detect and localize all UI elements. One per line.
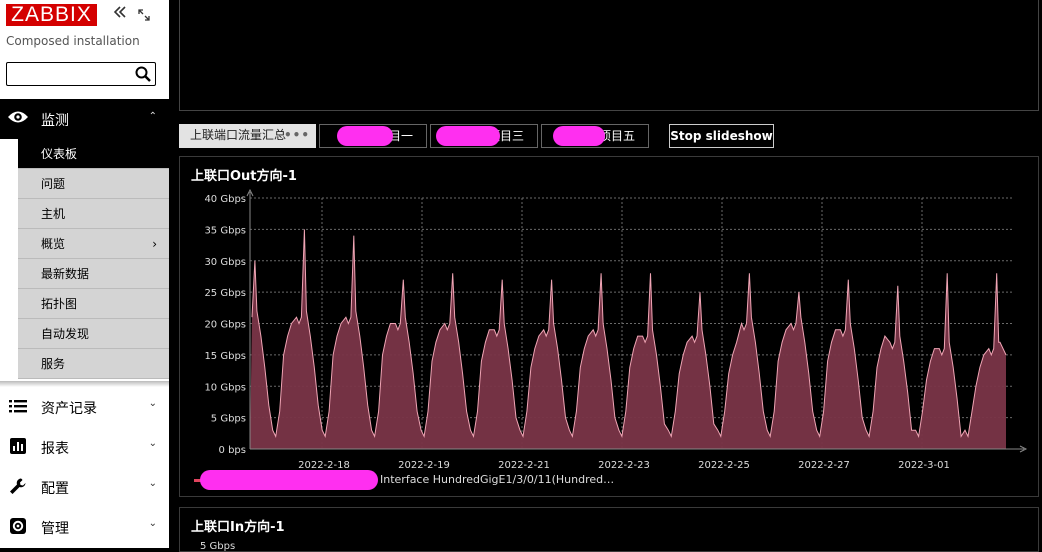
x-tick-label: 2022-2-19 bbox=[398, 460, 450, 471]
y-tick-label: 35 Gbps bbox=[204, 225, 246, 236]
menu-administration[interactable]: 管理 ⌄ bbox=[0, 506, 169, 546]
submenu-item-services[interactable]: 服务 bbox=[18, 349, 169, 379]
x-tick-label: 2022-2-25 bbox=[698, 460, 750, 471]
search-input[interactable] bbox=[10, 64, 134, 86]
menu-inventory-label: 资产记录 bbox=[41, 401, 97, 417]
menu-monitoring-label: 监测 bbox=[41, 113, 69, 129]
list-icon bbox=[8, 397, 28, 415]
y-tick-label: 10 Gbps bbox=[204, 382, 246, 393]
y-tick-label: 0 bps bbox=[219, 445, 246, 456]
y-tick-label: 30 Gbps bbox=[204, 257, 246, 268]
x-tick-label: 2022-3-01 bbox=[898, 460, 950, 471]
more-options-icon[interactable]: ••• bbox=[284, 124, 310, 146]
graph-widget-uplink-out: 上联口Out方向-1 0 bps 5 Gbps 10 Gbps 15 Gbps 20 G… bbox=[179, 156, 1039, 497]
chevron-up-icon: ⌃ bbox=[148, 111, 157, 122]
collapse-sidebar-icon[interactable] bbox=[112, 4, 128, 25]
chevron-down-icon: ⌄ bbox=[148, 398, 157, 409]
y-tick-label: 15 Gbps bbox=[204, 351, 246, 362]
bar-chart-icon bbox=[8, 437, 28, 455]
y-tick-label: 5 Gbps bbox=[211, 414, 246, 425]
chevron-down-icon: ⌄ bbox=[148, 438, 157, 449]
series-area bbox=[250, 229, 1006, 449]
x-tick-label: 2022-2-21 bbox=[498, 460, 550, 471]
submenu-item-maps[interactable]: 拓扑图 bbox=[18, 289, 169, 319]
gear-icon bbox=[8, 517, 28, 535]
submenu-item-latest-data[interactable]: 最新数据 bbox=[18, 259, 169, 289]
menu-reports-label: 报表 bbox=[41, 441, 69, 457]
redacted-overlay bbox=[200, 470, 378, 490]
submenu-item-hosts[interactable]: 主机 bbox=[18, 199, 169, 229]
y-tick-label: 20 Gbps bbox=[204, 320, 246, 331]
y-tick-label: 25 Gbps bbox=[204, 288, 246, 299]
stop-slideshow-button[interactable]: Stop slideshow bbox=[669, 124, 774, 148]
menu-reports[interactable]: 报表 ⌄ bbox=[0, 426, 169, 466]
redacted-overlay bbox=[337, 126, 393, 146]
server-name: Composed installation bbox=[6, 34, 140, 48]
top-widget-panel bbox=[179, 0, 1039, 111]
menu-administration-label: 管理 bbox=[41, 521, 69, 537]
menu-inventory[interactable]: 资产记录 ⌄ bbox=[0, 386, 169, 426]
submenu-item-dashboard[interactable]: 仪表板 bbox=[18, 139, 169, 169]
redacted-overlay bbox=[436, 126, 500, 146]
graph-widget-uplink-in: 上联口In方向-1 5 Gbps bbox=[179, 507, 1039, 552]
submenu-item-problems[interactable]: 问题 bbox=[18, 169, 169, 199]
chevron-right-icon: › bbox=[152, 237, 157, 251]
expand-fullscreen-icon[interactable] bbox=[138, 6, 150, 21]
submenu-item-discovery[interactable]: 自动发现 bbox=[18, 319, 169, 349]
y-tick-label: 5 Gbps bbox=[200, 541, 236, 552]
chevron-down-icon: ⌄ bbox=[148, 518, 157, 529]
sidebar: ZABBIX Composed installation 监测 ⌃ 仪表板 问题… bbox=[0, 0, 169, 548]
traffic-area-chart[interactable]: 0 bps 5 Gbps 10 Gbps 15 Gbps 20 Gbps 25 Gbps 3… bbox=[180, 157, 1038, 496]
y-tick-label: 40 Gbps bbox=[204, 194, 246, 205]
wrench-icon bbox=[8, 477, 28, 495]
menu-configuration-label: 配置 bbox=[41, 481, 69, 497]
legend-item-label: Interface HundredGigE1/3/0/11(Hundred… bbox=[380, 473, 615, 486]
tab-uplink-traffic-summary[interactable]: 上联端口流量汇总 ••• bbox=[179, 124, 316, 148]
search-field bbox=[6, 62, 156, 86]
x-tick-label: 2022-2-27 bbox=[798, 460, 850, 471]
redacted-overlay bbox=[553, 126, 605, 146]
eye-icon bbox=[7, 109, 29, 129]
chevron-down-icon: ⌄ bbox=[148, 478, 157, 489]
menu-configuration[interactable]: 配置 ⌄ bbox=[0, 466, 169, 506]
search-icon[interactable] bbox=[134, 65, 152, 83]
x-tick-label: 2022-2-23 bbox=[598, 460, 650, 471]
zabbix-logo[interactable]: ZABBIX bbox=[6, 4, 97, 26]
menu-monitoring[interactable]: 监测 ⌃ bbox=[0, 99, 169, 139]
submenu-item-overview[interactable]: 概览 › bbox=[18, 229, 169, 259]
widget-title: 上联口In方向-1 bbox=[191, 520, 285, 535]
monitoring-submenu: 仪表板 问题 主机 概览 › 最新数据 拓扑图 自动发现 服务 bbox=[18, 139, 169, 379]
